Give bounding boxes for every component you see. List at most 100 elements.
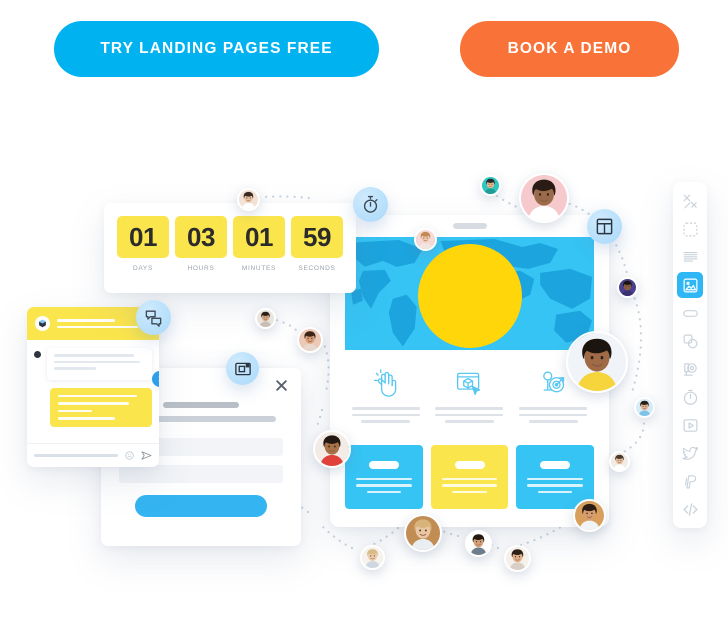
chat-messages: 1 <box>27 340 159 443</box>
chat-badge[interactable] <box>136 300 171 335</box>
tools-icon[interactable] <box>677 188 703 214</box>
popup-input-field-2[interactable] <box>119 465 283 483</box>
avatar-photo <box>636 399 653 416</box>
card-title-placeholder <box>368 460 399 469</box>
avatar-left-red <box>313 430 351 468</box>
chat-message-incoming <box>34 348 152 380</box>
avatar-photo <box>568 333 626 391</box>
play-box-icon[interactable] <box>677 412 703 438</box>
avatar-photo <box>467 532 490 555</box>
content-card-1 <box>345 444 423 509</box>
avatar-photo <box>416 230 435 249</box>
avatar-photo <box>506 547 529 570</box>
content-card-3 <box>516 444 595 509</box>
avatar-bottom-left <box>360 545 385 570</box>
feature-product <box>435 367 504 427</box>
chat-brand-icon <box>35 316 50 331</box>
content-card-2 <box>430 444 509 509</box>
card-title-placeholder <box>454 460 485 469</box>
chat-avatar-icon <box>34 351 41 358</box>
webcam-icon[interactable] <box>677 356 703 382</box>
editor-toolbar[interactable] <box>673 182 707 528</box>
avatar-bottom-dark <box>465 530 492 557</box>
tablet-speaker <box>452 223 487 229</box>
emoji-icon[interactable] <box>125 451 134 460</box>
countdown-value-hours: 03 <box>175 216 227 258</box>
avatar-photo <box>299 329 321 351</box>
avatar-right-low <box>609 451 630 472</box>
avatar-bottom-right <box>504 545 531 572</box>
countdown-unit-hours: 03 HOURS <box>175 216 227 272</box>
try-landing-pages-free-button[interactable]: TRY LANDING PAGES FREE <box>54 21 379 77</box>
chat-bubble-outgoing <box>50 387 152 427</box>
countdown-label-days: DAYS <box>132 265 154 272</box>
book-a-demo-button[interactable]: BOOK A DEMO <box>460 21 679 77</box>
avatar-photo <box>619 279 636 296</box>
countdown-value-seconds: 59 <box>291 216 343 258</box>
chat-widget[interactable]: 1 <box>27 307 159 467</box>
popup-title-placeholder <box>163 402 239 408</box>
avatar-top-large <box>519 173 569 223</box>
hero-map <box>345 237 594 350</box>
avatar-map-left <box>414 228 437 251</box>
image-icon[interactable] <box>677 272 703 298</box>
countdown-label-hours: HOURS <box>187 265 215 272</box>
card-text-lines <box>441 477 498 493</box>
avatar-photo <box>575 501 604 530</box>
stopwatch-badge[interactable] <box>353 187 388 222</box>
feature-text-lines <box>435 407 504 423</box>
timer-icon[interactable] <box>677 384 703 410</box>
chat-input-row[interactable] <box>27 443 159 467</box>
button-pill-icon[interactable] <box>677 300 703 326</box>
countdown-timer: 01 DAYS 03 HOURS 01 MINUTES 59 SECONDS <box>104 203 356 293</box>
feature-text-lines <box>519 407 588 423</box>
countdown-unit-minutes: 01 MINUTES <box>233 216 285 272</box>
chat-bubble-incoming <box>47 348 152 380</box>
shapes-icon[interactable] <box>677 328 703 354</box>
waving-hand-icon <box>352 367 420 399</box>
countdown-unit-days: 01 DAYS <box>117 216 169 272</box>
avatar-photo <box>315 432 349 466</box>
layout-badge[interactable] <box>587 209 622 244</box>
avatar-photo <box>362 547 383 568</box>
avatar-photo <box>239 190 258 209</box>
avatar-photo <box>406 516 440 550</box>
countdown-label-minutes: MINUTES <box>241 265 277 272</box>
chat-input[interactable] <box>34 454 118 457</box>
popup-submit-button[interactable] <box>135 495 267 517</box>
avatar-timer-top <box>237 188 260 211</box>
twitter-icon[interactable] <box>677 440 703 466</box>
card-text-lines <box>527 477 584 493</box>
avatar-right-dark <box>617 277 638 298</box>
card-text-lines <box>356 477 412 493</box>
avatar-right-mid <box>634 397 655 418</box>
avatar-photo <box>611 453 628 470</box>
box-cursor-icon <box>435 367 503 399</box>
content-card-row <box>330 427 609 509</box>
code-icon[interactable] <box>677 496 703 522</box>
close-icon[interactable] <box>275 379 288 392</box>
avatar-top-small <box>480 175 501 196</box>
countdown-label-seconds: SECONDS <box>298 265 336 272</box>
feature-welcome <box>351 367 420 427</box>
feature-text-lines <box>351 407 420 423</box>
paypal-icon[interactable] <box>677 468 703 494</box>
text-lines-icon[interactable] <box>677 244 703 270</box>
avatar-photo <box>482 177 499 194</box>
card-title-placeholder <box>540 460 571 469</box>
avatar-bottom-tan <box>404 514 442 552</box>
shape-box-icon[interactable] <box>677 216 703 242</box>
countdown-value-days: 01 <box>117 216 169 258</box>
avatar-card-right <box>573 499 606 532</box>
avatar-left-mid <box>255 308 276 329</box>
hero-illustration: TRY LANDING PAGES FREE BOOK A DEMO 01 DA… <box>0 0 728 638</box>
popup-badge[interactable] <box>226 352 259 385</box>
avatar-feature-hero <box>566 331 628 393</box>
send-icon[interactable] <box>141 450 152 461</box>
cta-row: TRY LANDING PAGES FREE BOOK A DEMO <box>0 21 728 79</box>
countdown-value-minutes: 01 <box>233 216 285 258</box>
chat-unread-badge: 1 <box>152 371 159 387</box>
avatar-photo <box>257 310 274 327</box>
avatar-left-beard <box>297 327 323 353</box>
hero-sun-overlay <box>417 243 522 348</box>
